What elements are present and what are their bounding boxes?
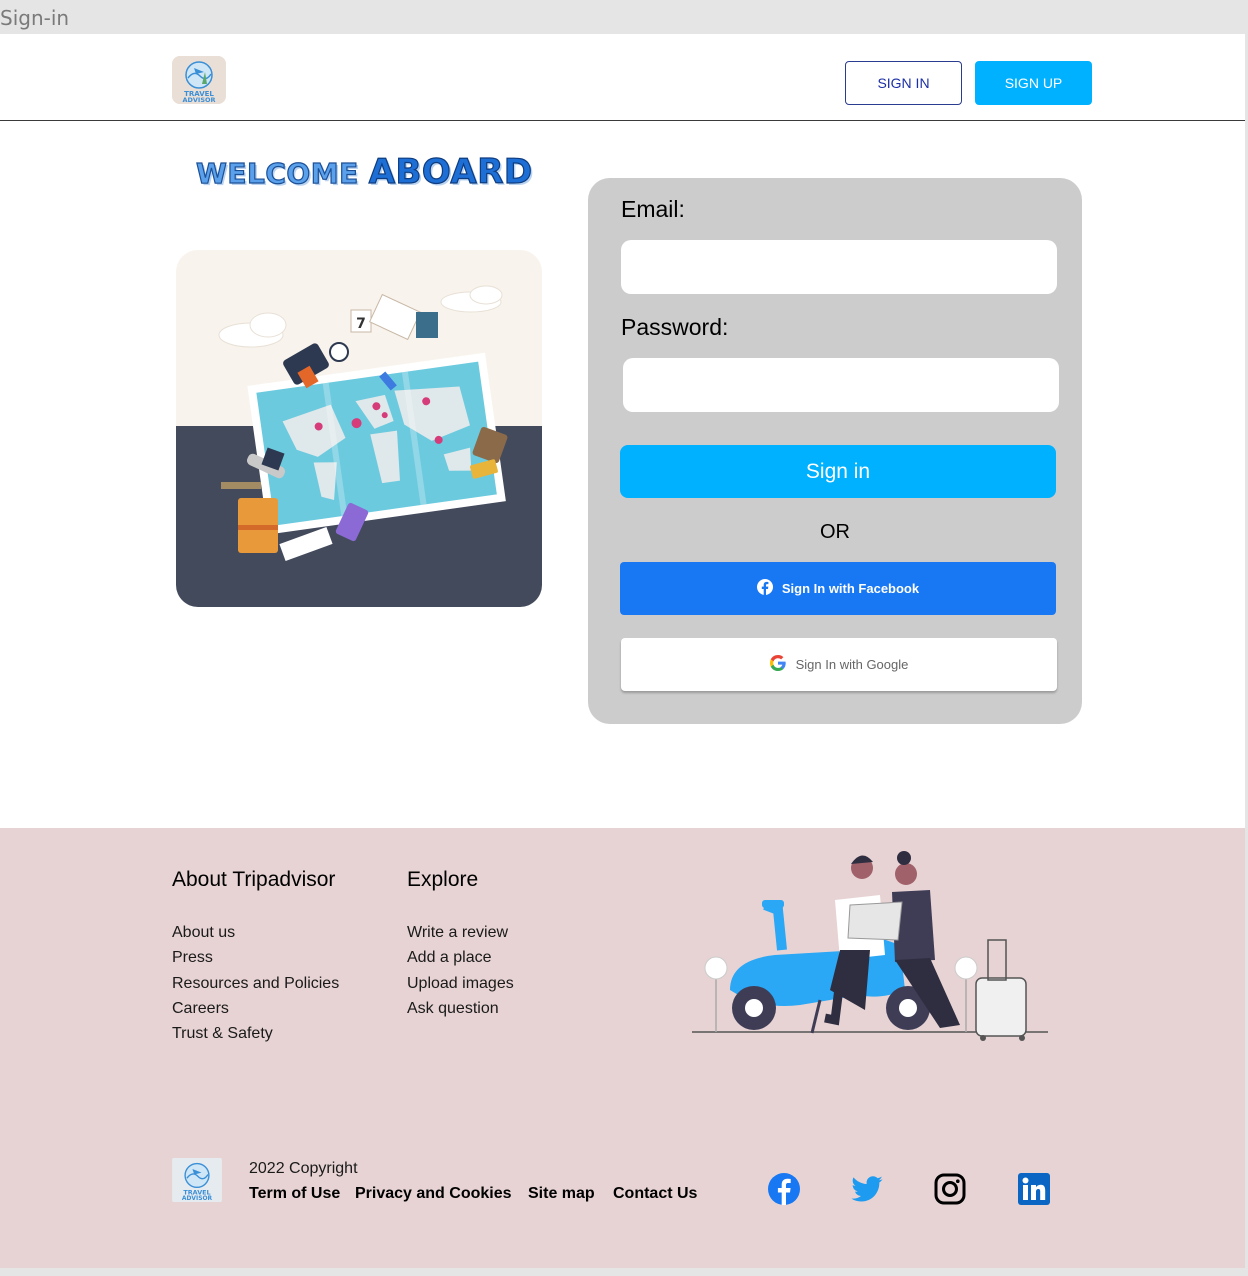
footer-link-write-review[interactable]: Write a review [407, 924, 508, 942]
google-sign-in-button[interactable]: Sign In with Google [621, 638, 1057, 691]
svg-text:7: 7 [356, 316, 366, 332]
password-field[interactable] [623, 358, 1059, 412]
facebook-sign-in-button[interactable]: Sign In with Facebook [620, 562, 1056, 615]
svg-text:ADVISOR: ADVISOR [182, 1195, 213, 1202]
google-icon [769, 655, 786, 674]
footer-travel-advisor-logo[interactable]: TRAVEL ADVISOR [172, 1158, 222, 1202]
footer-link-resources[interactable]: Resources and Policies [172, 975, 339, 993]
footer-link-upload-images[interactable]: Upload images [407, 975, 514, 993]
facebook-icon [756, 579, 773, 598]
footer-link-about-us[interactable]: About us [172, 924, 235, 942]
footer-link-privacy[interactable]: Privacy and Cookies [355, 1185, 512, 1203]
email-label: Email: [621, 196, 685, 222]
copyright-text: 2022 Copyright [249, 1160, 358, 1177]
explore-column-title: Explore [407, 868, 479, 891]
aboard-word: ABOARD [368, 151, 533, 192]
scooter-couple-illustration [690, 850, 1050, 1055]
footer-link-trust-safety[interactable]: Trust & Safety [172, 1025, 273, 1043]
header-sign-in-button[interactable]: SIGN IN [845, 61, 962, 105]
linkedin-icon[interactable] [1017, 1172, 1051, 1206]
footer-link-press[interactable]: Press [172, 949, 213, 967]
password-label: Password: [621, 314, 729, 340]
footer-link-ask-question[interactable]: Ask question [407, 1000, 499, 1018]
or-divider-text: OR [820, 521, 850, 543]
travel-map-illustration: 7 [176, 250, 542, 607]
welcome-heading: WELCOME ABOARD [195, 151, 533, 192]
header-divider [0, 120, 1245, 121]
footer-link-sitemap[interactable]: Site map [528, 1185, 595, 1203]
facebook-icon[interactable] [767, 1172, 801, 1206]
google-button-label: Sign In with Google [795, 657, 909, 672]
twitter-icon[interactable] [850, 1172, 884, 1206]
frame-title: Sign-in [0, 6, 70, 30]
instagram-icon[interactable] [933, 1172, 967, 1206]
footer-link-careers[interactable]: Careers [172, 1000, 229, 1018]
footer-link-add-place[interactable]: Add a place [407, 949, 492, 967]
header-sign-up-button[interactable]: SIGN UP [975, 61, 1092, 105]
travel-advisor-logo[interactable]: TRAVEL ADVISOR [172, 56, 226, 104]
sign-in-button[interactable]: Sign in [620, 445, 1056, 498]
footer-link-terms[interactable]: Term of Use [249, 1185, 340, 1203]
svg-text:ADVISOR: ADVISOR [182, 96, 215, 104]
footer-link-contact[interactable]: Contact Us [613, 1185, 697, 1203]
sign-in-form-card: Email: Password: Sign in OR Sign In with… [588, 178, 1082, 724]
welcome-word: WELCOME [195, 156, 359, 190]
email-field[interactable] [621, 240, 1057, 294]
sign-in-page: TRAVEL ADVISOR SIGN IN SIGN UP WELCOME A… [0, 34, 1245, 1268]
about-column-title: About Tripadvisor [172, 868, 336, 891]
footer: About Tripadvisor About us Press Resourc… [0, 828, 1245, 1268]
facebook-button-label: Sign In with Facebook [781, 581, 920, 596]
